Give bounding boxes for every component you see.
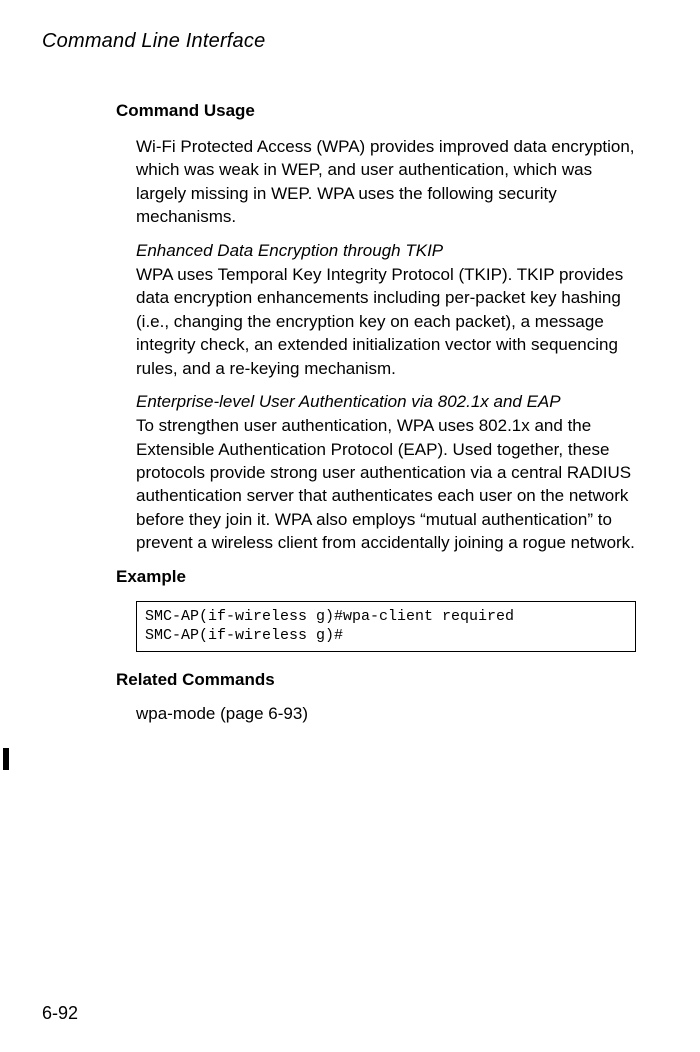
eap-subheading: Enterprise-level User Authentication via… <box>116 392 636 412</box>
eap-body: To strengthen user authentication, WPA u… <box>116 414 636 555</box>
page-number: 6-92 <box>42 1003 78 1024</box>
command-usage-heading: Command Usage <box>116 101 636 121</box>
example-heading: Example <box>116 567 636 587</box>
change-bar-icon <box>3 748 9 770</box>
tkip-subheading: Enhanced Data Encryption through TKIP <box>116 241 636 261</box>
page-header-title: Command Line Interface <box>42 30 658 53</box>
related-commands-text: wpa-mode (page 6-93) <box>116 704 636 724</box>
example-code-block: SMC-AP(if-wireless g)#wpa-client require… <box>136 601 636 652</box>
command-usage-intro: Wi-Fi Protected Access (WPA) provides im… <box>116 135 636 229</box>
related-commands-heading: Related Commands <box>116 670 636 690</box>
content-area: Command Usage Wi-Fi Protected Access (WP… <box>42 101 658 724</box>
tkip-body: WPA uses Temporal Key Integrity Protocol… <box>116 263 636 380</box>
